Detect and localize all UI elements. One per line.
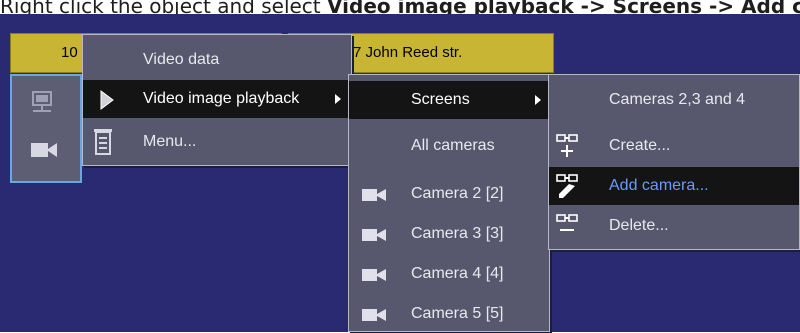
monitor-icon bbox=[32, 91, 52, 112]
menu-item-camera-3-label: Camera 3 [3] bbox=[411, 225, 504, 242]
menu-item-create-label: Create... bbox=[609, 137, 671, 154]
menu-item-camera-2-label: Camera 2 [2] bbox=[411, 185, 504, 202]
menu-item-screens-label: Screens bbox=[411, 91, 470, 108]
screen-delete-icon bbox=[556, 214, 578, 231]
menu-item-menu[interactable]: Menu... bbox=[83, 123, 351, 161]
menu-item-video-data-label: Video data bbox=[143, 51, 220, 68]
menu-item-cameras-2-3-4-label: Cameras 2,3 and 4 bbox=[609, 91, 746, 108]
menu-item-camera-5-label: Camera 5 [5] bbox=[411, 305, 504, 322]
screen-create-icon bbox=[556, 134, 578, 157]
menu-item-delete-label: Delete... bbox=[609, 217, 669, 234]
menu-item-camera-3[interactable]: Camera 3 [3] bbox=[349, 215, 549, 253]
camera-icon bbox=[31, 143, 57, 157]
menu-item-cameras-2-3-4[interactable]: Cameras 2,3 and 4 bbox=[549, 81, 799, 119]
menu-item-delete[interactable]: Delete... bbox=[549, 207, 799, 245]
menu-item-add-camera-label: Add camera... bbox=[609, 177, 709, 194]
menu-item-all-cameras-label: All cameras bbox=[411, 137, 495, 154]
camera-icon bbox=[362, 189, 386, 201]
menu-item-video-data[interactable]: Video data bbox=[83, 41, 351, 79]
object-tab-left-label: 10 bbox=[61, 44, 78, 61]
menu-item-video-image-playback[interactable]: Video image playback bbox=[83, 80, 351, 118]
desktop-area: 10 7 John Reed str. Video data Video ima… bbox=[0, 14, 800, 332]
menu-item-all-cameras[interactable]: All cameras bbox=[349, 127, 549, 165]
context-menu: Video data Video image playback Menu... bbox=[82, 34, 352, 166]
screen-add-camera-icon bbox=[556, 174, 578, 198]
object-tab-right-label: 7 John Reed str. bbox=[353, 44, 463, 61]
play-icon bbox=[100, 90, 114, 110]
menu-item-camera-2[interactable]: Camera 2 [2] bbox=[349, 175, 549, 213]
menu-item-camera-5[interactable]: Camera 5 [5] bbox=[349, 295, 549, 333]
playback-submenu: Screens All cameras Camera 2 [2] Camera … bbox=[348, 74, 550, 332]
submenu-arrow-icon bbox=[535, 95, 541, 105]
menu-item-menu-label: Menu... bbox=[143, 133, 197, 150]
camera-icon bbox=[362, 309, 386, 321]
screens-submenu: Cameras 2,3 and 4 Create... Add camera..… bbox=[548, 74, 800, 250]
menu-item-video-image-playback-label: Video image playback bbox=[143, 90, 300, 107]
camera-icon bbox=[362, 229, 386, 241]
submenu-arrow-icon bbox=[335, 94, 341, 104]
object-panel[interactable] bbox=[10, 74, 82, 183]
menu-item-camera-4[interactable]: Camera 4 [4] bbox=[349, 255, 549, 293]
menu-item-screens[interactable]: Screens bbox=[349, 81, 549, 119]
camera-icon bbox=[362, 269, 386, 281]
menu-item-camera-4-label: Camera 4 [4] bbox=[411, 265, 504, 282]
menu-item-create[interactable]: Create... bbox=[549, 127, 799, 165]
menu-item-add-camera[interactable]: Add camera... bbox=[549, 167, 799, 205]
menu-list-icon bbox=[94, 129, 112, 155]
